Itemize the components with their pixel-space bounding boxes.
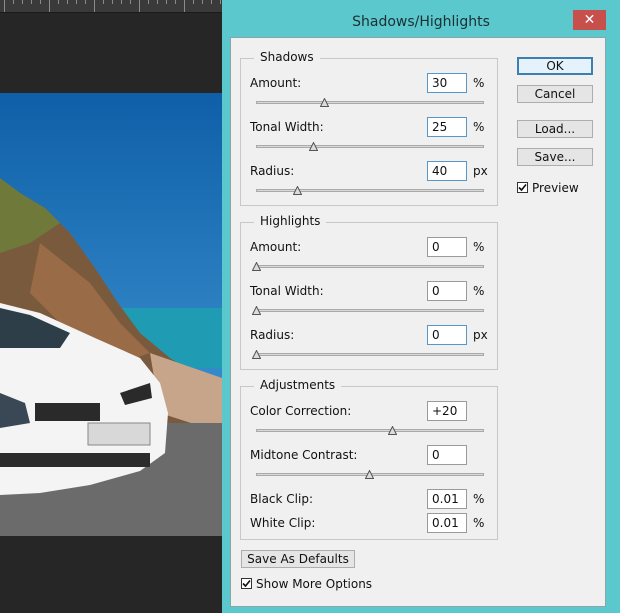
horizontal-ruler (0, 0, 222, 13)
highlights-tonal-width-field[interactable]: 0 (427, 281, 467, 301)
show-more-options-label[interactable]: Show More Options (256, 577, 372, 591)
shadows-amount-field[interactable]: 30 (427, 73, 467, 93)
highlights-group: Highlights Amount: 0 % Tonal Width: 0 % … (240, 214, 498, 370)
preview-label[interactable]: Preview (532, 181, 579, 195)
shadows-highlights-dialog: Shadows/Highlights ✕ Shadows Amount: 30 … (222, 0, 620, 613)
slider-thumb-icon[interactable] (292, 186, 302, 195)
shadows-tonal-width-slider[interactable] (256, 142, 484, 151)
white-clip-field[interactable]: 0.01 (427, 513, 467, 533)
black-clip-field[interactable]: 0.01 (427, 489, 467, 509)
black-clip-label: Black Clip: (250, 492, 313, 506)
save-as-defaults-button[interactable]: Save As Defaults (241, 550, 355, 568)
shadows-title: Shadows (254, 50, 320, 64)
highlights-tonal-width-unit: % (473, 284, 485, 298)
ruler-tick (85, 0, 86, 4)
color-correction-label: Color Correction: (250, 404, 352, 418)
shadows-amount-unit: % (473, 76, 485, 90)
slider-thumb-icon[interactable] (387, 426, 397, 435)
slider-thumb-icon[interactable] (252, 306, 261, 315)
highlights-amount-label: Amount: (250, 240, 302, 254)
ruler-tick (40, 0, 41, 4)
adjustments-title: Adjustments (254, 378, 342, 392)
ruler-tick (202, 0, 203, 4)
adjustments-group: Adjustments Color Correction: +20 Midton… (240, 378, 498, 540)
ruler-tick (193, 0, 194, 4)
cancel-button[interactable]: Cancel (517, 85, 593, 103)
shadows-tonal-width-label: Tonal Width: (250, 120, 324, 134)
shadows-radius-slider[interactable] (256, 186, 484, 195)
white-clip-unit: % (473, 516, 485, 530)
highlights-radius-label: Radius: (250, 328, 295, 342)
ruler-tick (175, 0, 176, 4)
ruler-tick (22, 0, 23, 4)
dialog-body: Shadows Amount: 30 % Tonal Width: 25 % R… (230, 37, 606, 607)
close-icon: ✕ (583, 12, 596, 28)
ruler-tick (112, 0, 113, 4)
dialog-titlebar[interactable]: Shadows/Highlights ✕ (222, 0, 620, 36)
dialog-title: Shadows/Highlights (352, 14, 490, 30)
ruler-tick (157, 0, 158, 4)
slider-thumb-icon[interactable] (308, 142, 318, 151)
highlights-radius-slider[interactable] (252, 350, 484, 359)
ruler-tick (148, 0, 149, 4)
shadows-tonal-width-field[interactable]: 25 (427, 117, 467, 137)
ruler-tick (166, 0, 167, 4)
ruler-tick (4, 0, 5, 12)
highlights-radius-field[interactable]: 0 (427, 325, 467, 345)
checkmark-icon (518, 183, 527, 192)
slider-thumb-icon[interactable] (319, 98, 329, 107)
ruler-tick (13, 0, 14, 4)
preview-checkbox[interactable] (517, 182, 528, 193)
ruler-tick (58, 0, 59, 4)
highlights-tonal-width-label: Tonal Width: (250, 284, 324, 298)
midtone-contrast-field[interactable]: 0 (427, 445, 467, 465)
close-button[interactable]: ✕ (573, 10, 606, 30)
ruler-tick (94, 0, 95, 12)
shadows-radius-field[interactable]: 40 (427, 161, 467, 181)
show-more-options-checkbox[interactable] (241, 578, 252, 589)
shadows-radius-unit: px (473, 164, 488, 178)
shadows-amount-slider[interactable] (256, 98, 484, 107)
shadows-amount-label: Amount: (250, 76, 302, 90)
slider-thumb-icon[interactable] (252, 262, 261, 271)
shadows-group: Shadows Amount: 30 % Tonal Width: 25 % R… (240, 50, 498, 206)
slider-thumb-icon[interactable] (365, 470, 374, 479)
save-button[interactable]: Save... (517, 148, 593, 166)
document-image (0, 93, 222, 536)
highlights-radius-unit: px (473, 328, 488, 342)
black-clip-unit: % (473, 492, 485, 506)
slider-thumb-icon[interactable] (252, 350, 261, 359)
load-button[interactable]: Load... (517, 120, 593, 138)
ruler-tick (49, 0, 50, 12)
ruler-tick (139, 0, 140, 12)
midtone-contrast-label: Midtone Contrast: (250, 448, 358, 462)
ruler-tick (130, 0, 131, 4)
shadows-tonal-width-unit: % (473, 120, 485, 134)
highlights-amount-slider[interactable] (252, 262, 484, 271)
highlights-amount-field[interactable]: 0 (427, 237, 467, 257)
highlights-tonal-width-slider[interactable] (252, 306, 484, 315)
ruler-tick (67, 0, 68, 4)
midtone-contrast-slider[interactable] (256, 470, 484, 479)
shadows-radius-label: Radius: (250, 164, 295, 178)
ok-button[interactable]: OK (517, 57, 593, 75)
checkmark-icon (242, 579, 251, 588)
white-clip-label: White Clip: (250, 516, 316, 530)
color-correction-field[interactable]: +20 (427, 401, 467, 421)
ruler-tick (76, 0, 77, 4)
color-correction-slider[interactable] (256, 426, 484, 435)
ruler-tick (184, 0, 185, 12)
ruler-tick (220, 0, 221, 4)
highlights-amount-unit: % (473, 240, 485, 254)
ruler-tick (31, 0, 32, 4)
ruler-tick (103, 0, 104, 4)
highlights-title: Highlights (254, 214, 327, 228)
ruler-tick (121, 0, 122, 4)
ruler-tick (211, 0, 212, 4)
